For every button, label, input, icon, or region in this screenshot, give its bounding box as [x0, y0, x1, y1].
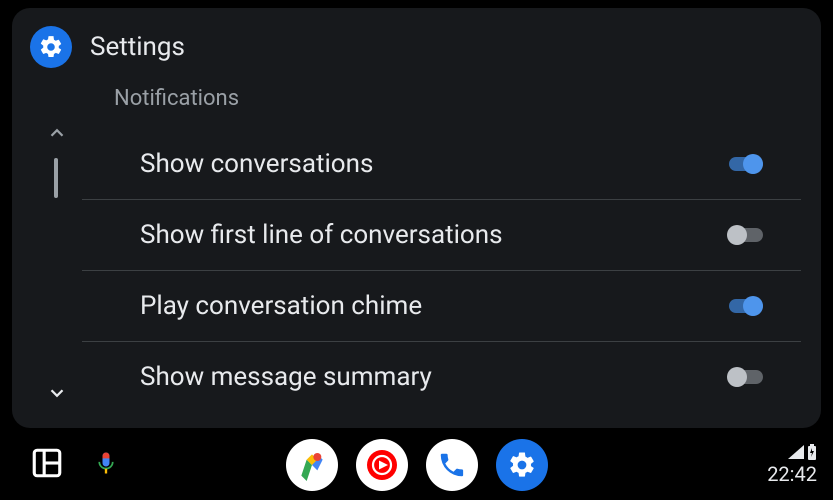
setting-label: Show message summary [140, 362, 432, 392]
settings-header: Settings [12, 8, 821, 78]
settings-panel: Settings Notifications Show conversation… [12, 8, 821, 428]
scroll-up-button[interactable] [42, 118, 72, 148]
clock: 22:42 [767, 462, 817, 486]
nav-bar: 22:42 [0, 430, 833, 500]
setting-row-message-summary[interactable]: Show message summary [82, 342, 801, 412]
dashboard-icon[interactable] [30, 446, 64, 484]
toggle-switch[interactable] [725, 296, 765, 316]
setting-label: Play conversation chime [140, 291, 422, 321]
status-icons [787, 444, 817, 460]
setting-row-show-first-line[interactable]: Show first line of conversations [82, 200, 801, 271]
microphone-icon[interactable] [92, 449, 120, 481]
youtube-music-app-icon[interactable] [356, 439, 408, 491]
signal-icon [787, 444, 805, 460]
gear-icon [30, 26, 72, 68]
battery-icon [807, 444, 817, 460]
toggle-switch[interactable] [725, 154, 765, 174]
page-title: Settings [90, 32, 185, 62]
toggle-switch[interactable] [725, 225, 765, 245]
phone-app-icon[interactable] [426, 439, 478, 491]
toggle-switch[interactable] [725, 367, 765, 387]
setting-row-show-conversations[interactable]: Show conversations [82, 129, 801, 200]
setting-label: Show conversations [140, 149, 373, 179]
settings-list: Notifications Show conversations Show fi… [82, 78, 801, 412]
maps-app-icon[interactable] [286, 439, 338, 491]
section-title: Notifications [82, 78, 801, 129]
settings-app-icon[interactable] [496, 439, 548, 491]
scroll-indicator [54, 158, 58, 198]
scroll-down-button[interactable] [42, 378, 72, 408]
setting-label: Show first line of conversations [140, 220, 503, 250]
setting-row-play-chime[interactable]: Play conversation chime [82, 271, 801, 342]
